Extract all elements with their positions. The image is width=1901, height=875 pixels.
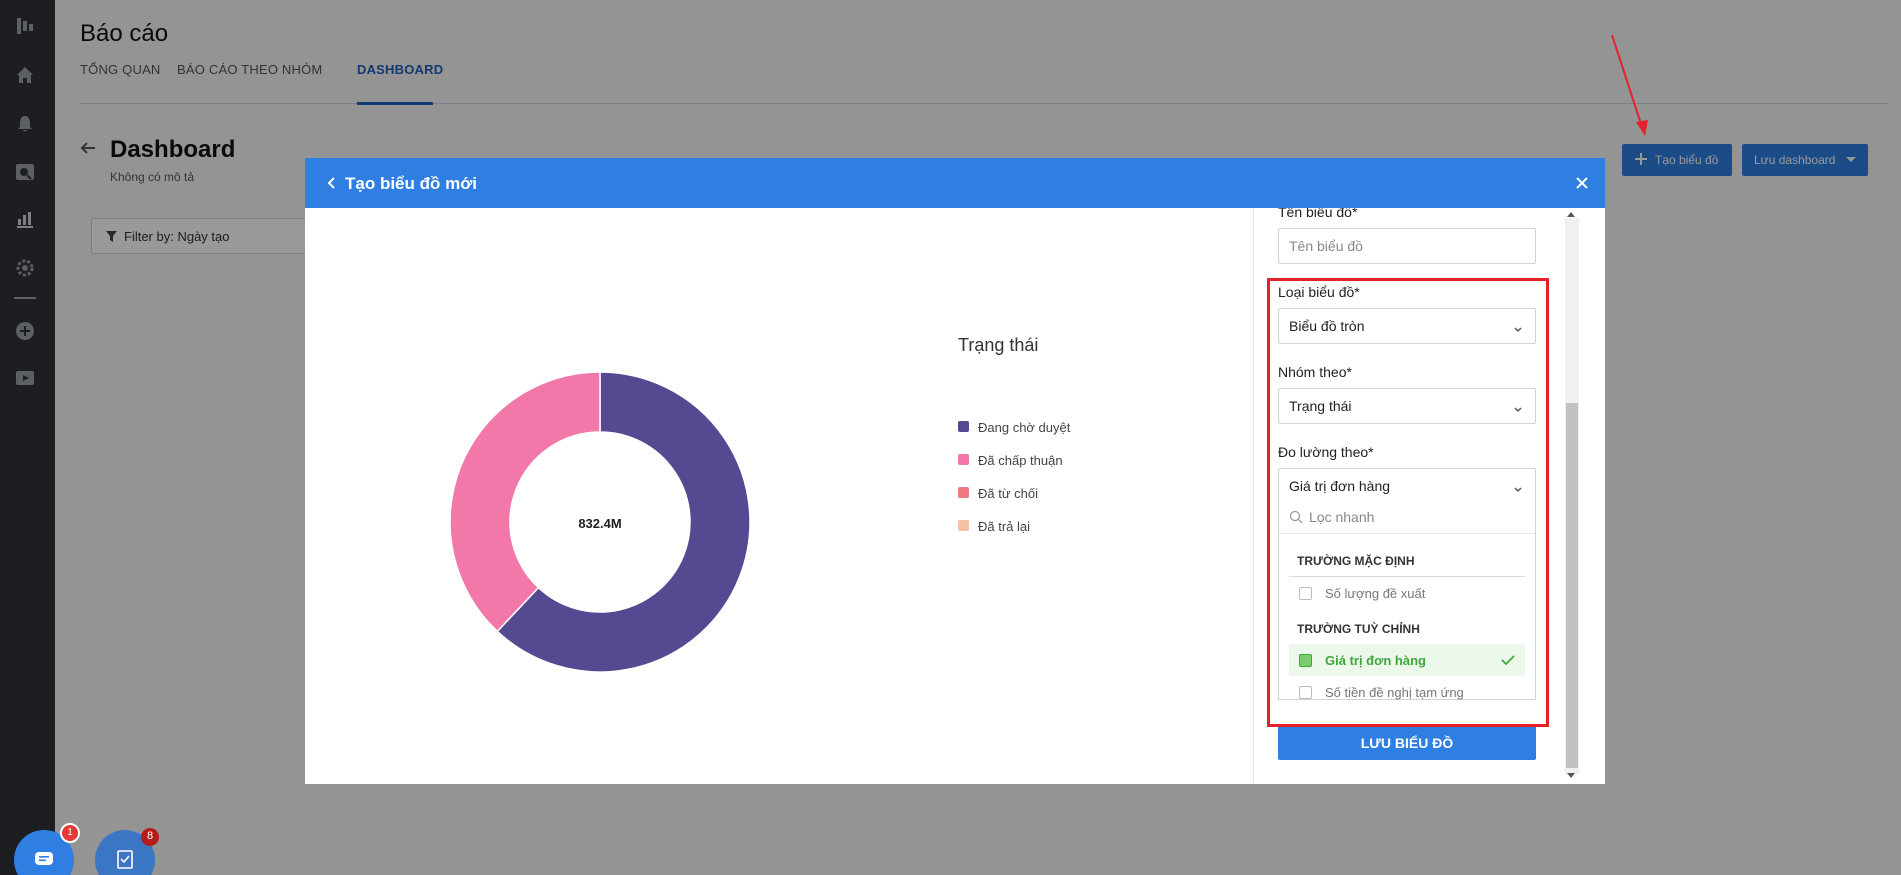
legend-label: Đã chấp thuận	[978, 453, 1063, 468]
save-chart-button[interactable]: LƯU BIỂU ĐỒ	[1278, 726, 1536, 760]
chat-icon	[35, 852, 53, 865]
annotation-arrow-icon	[1611, 34, 1648, 136]
modal-title: Tạo biểu đồ mới	[345, 174, 478, 193]
legend-item[interactable]: Đang chờ duyệt	[958, 420, 1070, 435]
legend-title: Trạng thái	[958, 335, 1039, 355]
legend-swatch	[958, 520, 969, 531]
annotation-highlight-box	[1267, 278, 1549, 727]
chart-name-label: Tên biểu đồ*	[1278, 208, 1358, 220]
legend-item[interactable]: Đã từ chối	[958, 486, 1038, 501]
legend-swatch	[958, 421, 969, 432]
chat-badge: 1	[60, 823, 80, 843]
tasks-badge: 8	[141, 828, 159, 846]
legend-item[interactable]: Đã chấp thuận	[958, 453, 1063, 468]
legend-swatch	[958, 487, 969, 498]
modal-header: Tạo biểu đồ mới	[305, 158, 1605, 208]
scroll-down-icon[interactable]	[1567, 773, 1575, 778]
donut-chart: 832.4M	[449, 371, 751, 673]
legend-label: Đang chờ duyệt	[978, 420, 1071, 435]
chart-name-input[interactable]: Tên biểu đồ	[1278, 228, 1536, 264]
clipboard-check-icon	[117, 850, 133, 869]
close-icon[interactable]	[1573, 174, 1591, 192]
scrollbar-thumb[interactable]	[1566, 403, 1578, 768]
chevron-left-icon[interactable]	[325, 176, 339, 190]
pie-slice-1[interactable]	[449, 371, 601, 633]
legend-item[interactable]: Đã trả lại	[958, 519, 1030, 534]
legend-label: Đã trả lại	[978, 519, 1031, 534]
donut-center-label: 832.4M	[578, 516, 621, 531]
legend-label: Đã từ chối	[978, 486, 1039, 501]
scroll-up-icon[interactable]	[1567, 212, 1575, 217]
legend-swatch	[958, 454, 969, 465]
chart-preview: 832.4M	[305, 208, 1253, 784]
